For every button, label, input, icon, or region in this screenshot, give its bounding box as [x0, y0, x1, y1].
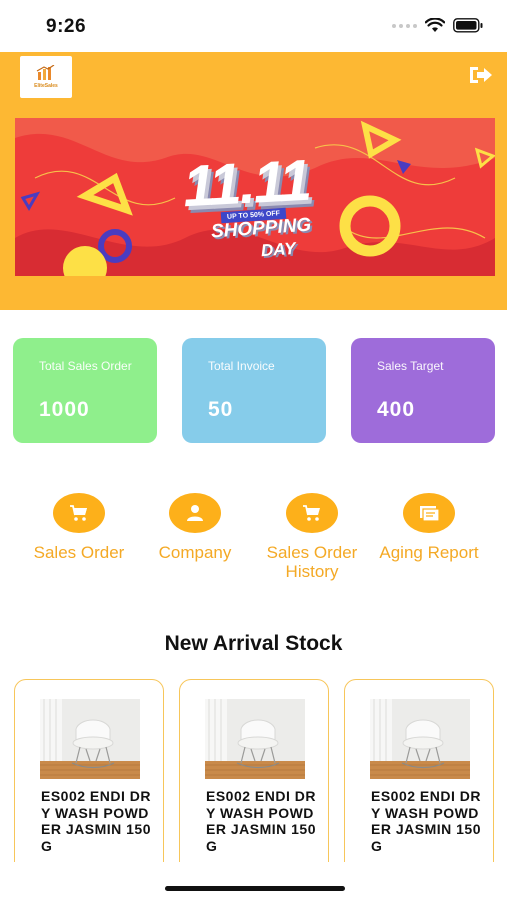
cart-icon — [303, 505, 320, 521]
store-logo-icon — [36, 65, 55, 80]
product-name: ES002 ENDI DRY WASH POWDER JASMIN 150G — [206, 788, 316, 854]
product-image — [205, 699, 305, 779]
status-time: 9:26 — [46, 16, 87, 37]
menu-company[interactable]: Company — [140, 493, 250, 562]
wifi-icon — [425, 18, 445, 32]
menu-label: Company — [158, 543, 232, 562]
banner-text: 11.11 SHOPPING UP TO 50% OFF DAY — [15, 118, 495, 276]
menu-icon-circle — [403, 493, 455, 533]
menu-icon-circle — [286, 493, 338, 533]
product-image — [40, 699, 140, 779]
product-name: ES002 ENDI DRY WASH POWDER JASMIN 150G — [371, 788, 481, 854]
menu-label: Aging Report — [379, 543, 479, 562]
person-icon — [187, 505, 203, 521]
stat-value: 1000 — [39, 398, 90, 421]
stat-card-total-sales-order[interactable]: Total Sales Order 1000 — [13, 338, 157, 443]
product-name: ES002 ENDI DRY WASH POWDER JASMIN 150G — [41, 788, 151, 854]
logo-text: EliteSales — [34, 83, 58, 89]
section-title: New Arrival Stock — [164, 632, 343, 655]
status-icons — [392, 18, 483, 33]
stat-value: 400 — [377, 398, 416, 421]
signal-icon — [392, 23, 417, 28]
stat-card-total-invoice[interactable]: Total Invoice 50 — [182, 338, 326, 443]
home-indicator[interactable] — [165, 886, 345, 891]
battery-icon — [453, 18, 483, 33]
menu-icon-circle — [169, 493, 221, 533]
banner-headline: 11.11 — [181, 147, 312, 220]
menu-aging-report[interactable]: Aging Report — [374, 493, 484, 562]
stat-label: Total Invoice — [208, 359, 275, 373]
bottom-bar — [0, 862, 507, 900]
report-icon — [420, 506, 440, 522]
stat-card-sales-target[interactable]: Sales Target 400 — [351, 338, 495, 443]
chair-photo — [205, 699, 305, 779]
cart-icon — [70, 505, 87, 521]
stat-label: Sales Target — [377, 359, 444, 373]
status-bar: 9:26 — [0, 0, 507, 52]
menu-sales-order-history[interactable]: Sales Order History — [257, 493, 367, 581]
banner-line-2: DAY — [260, 238, 297, 261]
product-image — [370, 699, 470, 779]
menu-icon-circle — [53, 493, 105, 533]
chair-photo — [40, 699, 140, 779]
chair-photo — [370, 699, 470, 779]
stat-label: Total Sales Order — [39, 359, 132, 373]
promo-banner[interactable]: 11.11 SHOPPING UP TO 50% OFF DAY — [15, 118, 495, 276]
stat-value: 50 — [208, 398, 234, 421]
menu-label: Sales Order — [33, 543, 125, 562]
menu-sales-order[interactable]: Sales Order — [24, 493, 134, 562]
logout-button[interactable] — [467, 64, 493, 86]
logout-icon — [470, 67, 492, 83]
app-logo: EliteSales — [20, 56, 72, 98]
menu-label: Sales Order History — [266, 543, 358, 581]
